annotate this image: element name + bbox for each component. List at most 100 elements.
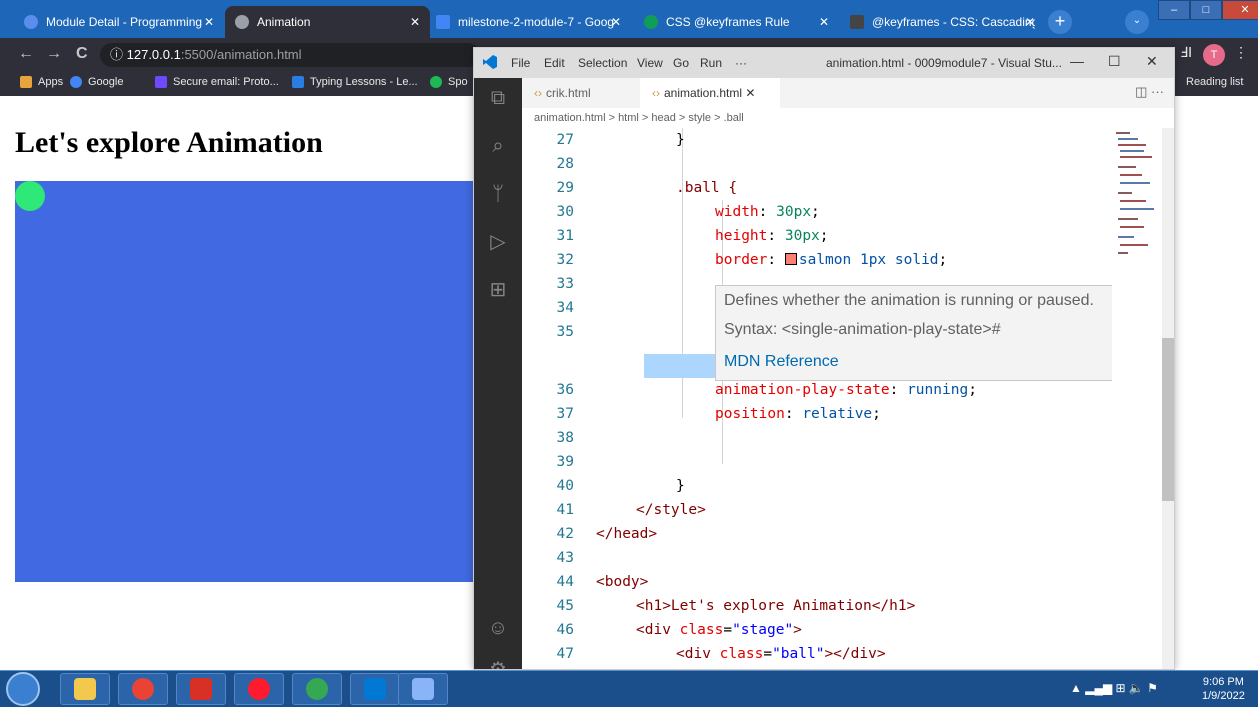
color-swatch-icon[interactable] xyxy=(784,253,797,265)
back-button[interactable]: ← xyxy=(18,45,34,63)
explorer-icon[interactable]: ⧉ xyxy=(486,86,510,110)
code-line: 40} xyxy=(556,478,685,494)
bookmark-typing-lessons[interactable]: Typing Lessons - Le... xyxy=(292,76,418,88)
code-line: 39 xyxy=(556,454,574,470)
tab-css-keyframes[interactable]: CSS @keyframes Rule ✕ xyxy=(634,6,839,38)
menu-go[interactable]: Go xyxy=(673,56,689,70)
bookmark-apps[interactable]: Apps xyxy=(20,76,63,88)
code-line: 41 </style> xyxy=(556,502,706,518)
taskbar-file-explorer[interactable] xyxy=(60,673,110,705)
avatar[interactable]: T xyxy=(1203,44,1225,66)
extensions-icon[interactable]: ℲⅠ xyxy=(1180,44,1192,61)
code-line: 29 .ball { xyxy=(556,180,738,196)
animation-stage xyxy=(15,181,480,582)
spotify-icon xyxy=(430,76,442,88)
breadcrumb[interactable]: animation.html > html > head > style > .… xyxy=(522,108,1174,128)
code-editor[interactable]: 27} 28 29 .ball { 30 width: 30px; 31 height… xyxy=(522,128,1112,669)
tab-milestone[interactable]: milestone-2-module-7 - Goog ✕ xyxy=(426,6,631,38)
code-line: 30 width: 30px; xyxy=(556,204,820,220)
tab-mdn-keyframes[interactable]: @keyframes - CSS: Cascading ✕ xyxy=(840,6,1045,38)
chrome-icon xyxy=(132,678,154,700)
browser-tabstrip: Module Detail - Programming ✕ Animation … xyxy=(0,0,1258,38)
taskbar-acrobat[interactable] xyxy=(176,673,226,705)
tab-crik-html[interactable]: ‹› crik.html xyxy=(522,78,640,108)
close-window-button[interactable]: ✕ xyxy=(1222,0,1258,20)
vscode-close-button[interactable]: ✕ xyxy=(1146,53,1158,70)
code-line: 37 position: relative; xyxy=(556,406,881,422)
code-line: 42 </head> xyxy=(556,526,658,542)
bookmark-spotify[interactable]: Spo xyxy=(430,76,468,88)
menu-selection[interactable]: Selection xyxy=(578,56,627,70)
taskbar-tablet[interactable] xyxy=(398,673,448,705)
menu-more[interactable]: ··· xyxy=(735,56,747,70)
close-icon[interactable]: ✕ xyxy=(204,15,214,29)
chrome-profile-icon xyxy=(306,678,328,700)
taskbar-opera[interactable] xyxy=(234,673,284,705)
info-icon[interactable]: ⓘ xyxy=(110,47,127,62)
pdf-icon xyxy=(190,678,212,700)
tab-animation[interactable]: Animation ✕ xyxy=(225,6,430,38)
taskbar-chrome-profile[interactable] xyxy=(292,673,342,705)
reading-list-button[interactable]: Reading list xyxy=(1186,76,1243,88)
new-tab-button[interactable]: + xyxy=(1048,10,1072,34)
close-icon[interactable]: ✕ xyxy=(745,86,755,100)
system-tray-icons[interactable]: ▲ ▂▄▆ ⊞ 🔈 ⚑ xyxy=(1070,681,1158,695)
close-icon[interactable]: ✕ xyxy=(819,15,829,29)
bookmark-protonmail[interactable]: Secure email: Proto... xyxy=(155,76,279,88)
window-title: animation.html - 0009module7 - Visual St… xyxy=(826,56,1062,70)
menu-edit[interactable]: Edit xyxy=(544,56,565,70)
bookmark-google[interactable]: Google xyxy=(70,76,123,88)
close-icon[interactable]: ✕ xyxy=(410,15,420,29)
tab-search-button[interactable]: ⌄ xyxy=(1125,10,1149,34)
minimize-button[interactable]: – xyxy=(1158,0,1190,20)
taskbar-vscode[interactable] xyxy=(350,673,400,705)
code-line: 32 border: salmon 1px solid; xyxy=(556,252,948,268)
address-bar[interactable]: ⓘ 127.0.0.1:5500/animation.html xyxy=(100,43,480,67)
vscode-maximize-button[interactable]: ☐ xyxy=(1108,53,1121,70)
mdn-reference-link[interactable]: MDN Reference xyxy=(724,353,839,371)
globe-icon xyxy=(235,15,249,29)
menu-view[interactable]: View xyxy=(637,56,663,70)
extensions-icon[interactable]: ⊞ xyxy=(486,278,510,302)
source-control-icon[interactable]: ᛘ xyxy=(486,182,510,206)
split-editor-icon[interactable]: ◫ ··· xyxy=(1135,84,1164,100)
code-line: 36 animation-play-state: running; xyxy=(556,382,977,398)
menu-run[interactable]: Run xyxy=(700,56,722,70)
code-line: 31 height: 30px; xyxy=(556,228,829,244)
menu-file[interactable]: File xyxy=(511,56,530,70)
forward-button[interactable]: → xyxy=(46,45,62,63)
menu-kebab-icon[interactable]: ⋮ xyxy=(1234,44,1248,61)
site-favicon-icon xyxy=(24,15,38,29)
minimap[interactable] xyxy=(1112,128,1162,669)
scroll-thumb[interactable] xyxy=(1162,338,1174,501)
taskbar-chrome[interactable] xyxy=(118,673,168,705)
vscode-minimize-button[interactable]: — xyxy=(1070,53,1084,69)
vscode-titlebar: File Edit Selection View Go Run ··· anim… xyxy=(474,48,1174,78)
reload-button[interactable]: C xyxy=(76,45,88,63)
opera-icon xyxy=(248,678,270,700)
close-icon[interactable]: ✕ xyxy=(611,15,621,29)
close-icon[interactable]: ✕ xyxy=(1025,15,1035,29)
settings-gear-icon[interactable]: ⚙ xyxy=(486,658,510,669)
search-icon[interactable]: ⌕ xyxy=(486,134,510,158)
vertical-scrollbar[interactable] xyxy=(1162,128,1174,669)
account-icon[interactable]: ☺ xyxy=(486,616,510,640)
google-icon xyxy=(70,76,82,88)
code-line: 28 xyxy=(556,156,574,172)
maximize-button[interactable]: □ xyxy=(1190,0,1222,20)
vscode-window: File Edit Selection View Go Run ··· anim… xyxy=(473,47,1175,670)
start-button[interactable] xyxy=(6,672,40,706)
code-line: 47 <div class="ball"></div> xyxy=(556,646,886,662)
folder-icon xyxy=(74,678,96,700)
protonmail-icon xyxy=(155,76,167,88)
w3schools-icon xyxy=(644,15,658,29)
taskbar-clock[interactable]: 9:06 PM 1/9/2022 xyxy=(1202,675,1245,703)
code-line: 45 <h1>Let's explore Animation</h1> xyxy=(556,598,916,614)
code-line: 38 xyxy=(556,430,574,446)
tab-animation-html[interactable]: ‹› animation.html ✕ xyxy=(640,78,780,108)
html-file-icon: ‹› xyxy=(534,86,542,100)
tab-module-detail[interactable]: Module Detail - Programming ✕ xyxy=(14,6,224,38)
window-controls: – □ ✕ xyxy=(1158,0,1258,20)
run-debug-icon[interactable]: ▷ xyxy=(486,230,510,254)
apps-grid-icon xyxy=(20,76,32,88)
